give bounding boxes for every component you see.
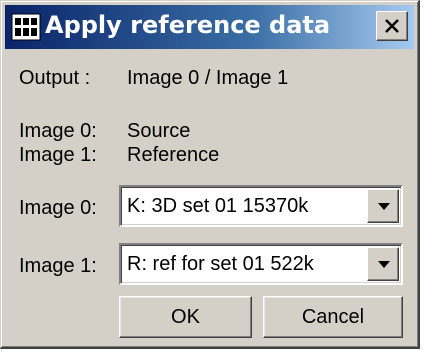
output-label: Output : — [19, 67, 91, 89]
image0-select[interactable]: K: 3D set 01 15370k — [119, 185, 403, 227]
image0-info-value: Source — [127, 120, 191, 142]
image1-info-label: Image 1: — [19, 144, 97, 166]
title-bar[interactable]: Apply reference data — [5, 5, 414, 49]
image0-select-label: Image 0: — [19, 197, 97, 219]
apply-reference-dialog: Apply reference data Output : Image 0 / … — [0, 0, 420, 349]
close-button[interactable] — [376, 11, 408, 41]
output-value: Image 0 / Image 1 — [127, 67, 289, 89]
cancel-button[interactable]: Cancel — [263, 296, 403, 338]
image0-select-value: K: 3D set 01 15370k — [127, 195, 309, 217]
image1-dropdown-button[interactable] — [367, 247, 399, 281]
image1-select-label: Image 1: — [19, 255, 97, 277]
image0-info-label: Image 0: — [19, 120, 97, 142]
image1-info-value: Reference — [127, 144, 220, 166]
image1-select-value: R: ref for set 01 522k — [127, 253, 314, 275]
image0-dropdown-button[interactable] — [367, 189, 399, 223]
close-icon — [385, 19, 399, 33]
chevron-down-icon — [378, 261, 390, 268]
chevron-down-icon — [378, 203, 390, 210]
reference-app-icon — [11, 12, 41, 42]
image1-select[interactable]: R: ref for set 01 522k — [119, 243, 403, 285]
ok-button[interactable]: OK — [119, 296, 252, 338]
window-title: Apply reference data — [45, 11, 331, 39]
